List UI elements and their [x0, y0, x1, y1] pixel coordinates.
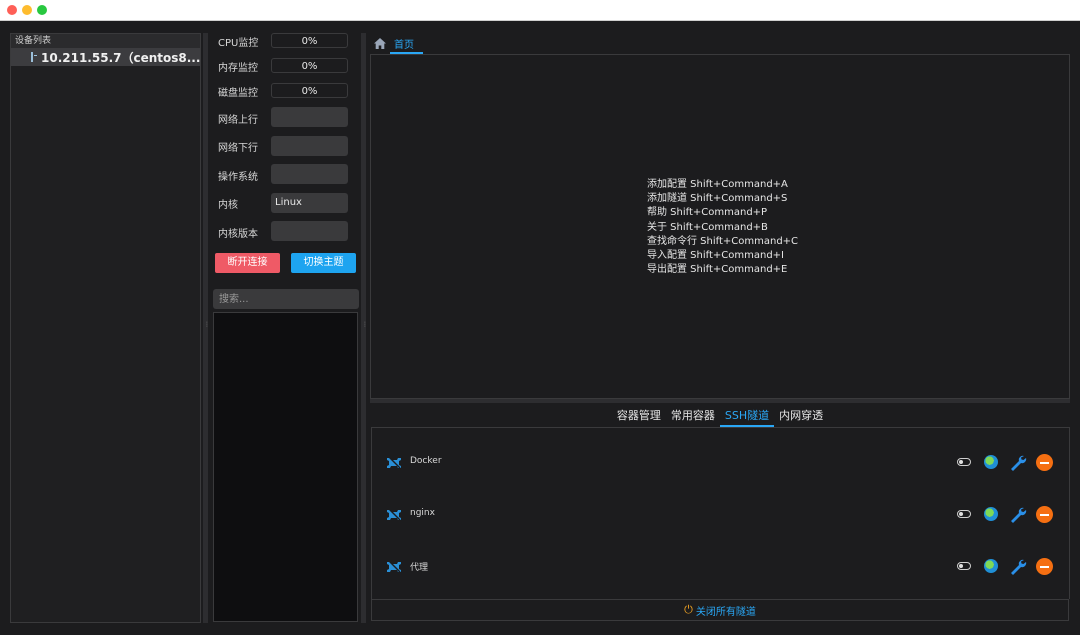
app-body: 设备列表 10.211.55.7（centos8.... ⋮ CPU监控 0% … — [0, 21, 1080, 635]
disconnect-button[interactable]: 断开连接 — [215, 253, 280, 273]
tab-home-label: 首页 — [394, 39, 414, 51]
net-up-value — [271, 107, 348, 127]
power-icon: ⏻ — [684, 603, 693, 616]
shortcut-help: 帮助 Shift+Command+P — [647, 207, 768, 219]
kernel-value: Linux — [271, 193, 348, 213]
cpu-progress: 0% — [271, 33, 348, 48]
tunnel-toggle[interactable] — [957, 562, 971, 570]
tunnel-name: Docker — [410, 456, 442, 466]
globe-icon[interactable] — [984, 507, 998, 521]
tab-intranet-penetration[interactable]: 内网穿透 — [774, 407, 828, 425]
switch-theme-button[interactable]: 切换主题 — [291, 253, 356, 273]
kernel-version-value — [271, 221, 348, 241]
disk-progress: 0% — [271, 83, 348, 98]
monitor-splitter[interactable] — [361, 33, 366, 623]
tunnel-icon — [387, 507, 401, 521]
memory-label: 内存监控 — [218, 63, 258, 74]
net-down-label: 网络下行 — [218, 143, 258, 154]
minimize-window-button[interactable] — [22, 5, 32, 15]
close-all-tunnels-label: 关闭所有隧道 — [695, 606, 756, 618]
remove-tunnel-button[interactable] — [1036, 558, 1053, 575]
command-list[interactable] — [213, 312, 358, 622]
globe-icon[interactable] — [984, 455, 998, 469]
remove-tunnel-button[interactable] — [1036, 454, 1053, 471]
os-label: 操作系统 — [218, 172, 258, 183]
tunnel-name: nginx — [410, 508, 435, 518]
tunnel-row: nginx — [372, 504, 1069, 526]
tab-home[interactable]: 首页 — [370, 33, 420, 53]
tunnel-icon — [387, 455, 401, 469]
tunnel-name: 代理 — [410, 563, 429, 573]
tab-ssh-tunnel[interactable]: SSH隧道 — [719, 407, 775, 427]
device-item-label: 10.211.55.7（centos8.... — [41, 50, 200, 65]
tab-container-management[interactable]: 容器管理 — [612, 407, 666, 425]
cpu-label: CPU监控 — [218, 38, 259, 49]
device-list-item[interactable]: 10.211.55.7（centos8.... — [11, 48, 200, 66]
shortcut-export-config: 导出配置 Shift+Command+E — [647, 264, 788, 276]
globe-icon[interactable] — [984, 559, 998, 573]
device-list-panel: 设备列表 10.211.55.7（centos8.... — [10, 33, 201, 623]
monitor-panel: CPU监控 0% 内存监控 0% 磁盘监控 0% 网络上行 网络下行 操作系统 … — [210, 31, 360, 626]
tunnel-toggle[interactable] — [957, 458, 971, 466]
wrench-icon[interactable] — [1009, 558, 1027, 576]
remove-tunnel-button[interactable] — [1036, 506, 1053, 523]
main-tabbar: 首页 — [370, 33, 1070, 54]
net-down-value — [271, 136, 348, 156]
home-icon — [374, 37, 386, 49]
shortcut-add-config: 添加配置 Shift+Command+A — [647, 179, 788, 190]
tunnel-list-panel: Docker nginx 代理 — [371, 427, 1070, 599]
disk-label: 磁盘监控 — [218, 88, 258, 99]
wrench-icon[interactable] — [1009, 454, 1027, 472]
shortcut-find-command: 查找命令行 Shift+Command+C — [647, 235, 799, 247]
net-up-label: 网络上行 — [218, 115, 258, 126]
shortcut-import-config: 导入配置 Shift+Command+I — [647, 250, 785, 262]
shortcut-add-tunnel: 添加隧道 Shift+Command+S — [647, 193, 788, 205]
terminal-icon — [31, 52, 37, 62]
tunnel-toggle[interactable] — [957, 510, 971, 518]
kernel-version-label: 内核版本 — [218, 229, 258, 240]
shortcut-list: 添加配置 Shift+Command+A 添加隧道 Shift+Command+… — [647, 178, 798, 277]
memory-progress: 0% — [271, 58, 348, 73]
os-value — [271, 164, 348, 184]
splitter-grip-icon: ⋮ — [362, 321, 368, 328]
maximize-window-button[interactable] — [37, 5, 47, 15]
device-list-header: 设备列表 — [11, 34, 200, 48]
tunnel-row: Docker — [372, 452, 1069, 474]
home-panel: 添加配置 Shift+Command+A 添加隧道 Shift+Command+… — [370, 54, 1070, 399]
window-titlebar — [0, 0, 1080, 21]
device-splitter[interactable] — [203, 33, 208, 623]
wrench-icon[interactable] — [1009, 506, 1027, 524]
tab-common-containers[interactable]: 常用容器 — [666, 407, 720, 425]
tunnel-row: 代理 — [372, 556, 1069, 578]
command-search-input[interactable] — [213, 289, 359, 309]
bottom-tabbar: 容器管理 常用容器 SSH隧道 内网穿透 — [370, 407, 1070, 427]
shortcut-about: 关于 Shift+Command+B — [647, 221, 768, 233]
horizontal-splitter[interactable] — [370, 399, 1070, 403]
tunnel-icon — [387, 559, 401, 573]
close-all-tunnels-button[interactable]: ⏻ 关闭所有隧道 — [371, 599, 1069, 621]
close-window-button[interactable] — [7, 5, 17, 15]
kernel-label: 内核 — [218, 200, 238, 211]
